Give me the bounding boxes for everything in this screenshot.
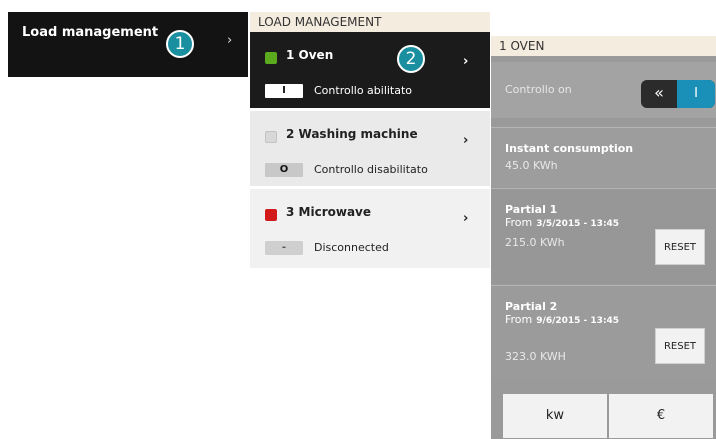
from-label: From <box>505 313 533 326</box>
partial-2-date: 9/6/2015 - 13:45 <box>536 316 620 326</box>
instant-consumption-block: Instant consumption 45.0 KWh <box>491 127 716 187</box>
instant-consumption-value: 45.0 KWh <box>505 159 558 172</box>
unit-selector: kw € <box>491 386 716 439</box>
status-indicator-icon <box>265 52 277 64</box>
load-row-microwave[interactable]: 3 Microwave › - Disconnected <box>250 188 490 268</box>
load-name: 2 Washing machine <box>286 127 418 141</box>
chevron-right-icon: › <box>463 211 469 226</box>
oven-detail-panel: 1 OVEN Controllo on « I Instant consumpt… <box>491 36 716 439</box>
control-switch[interactable]: « I <box>641 80 715 108</box>
menu-item-label: Load management <box>22 25 159 40</box>
double-chevron-left-icon[interactable]: « <box>641 80 677 108</box>
load-row-oven[interactable]: 1 Oven › I Controllo abilitato <box>250 32 490 108</box>
partial-2-title: Partial 2 <box>505 300 558 313</box>
status-indicator-icon <box>265 131 277 143</box>
partial-1-from: From 3/5/2015 - 13:45 <box>505 216 619 229</box>
partial-2-value: 323.0 KWH <box>505 350 566 363</box>
control-state-toggle[interactable]: - <box>265 241 303 255</box>
chevron-right-icon: › <box>463 133 469 148</box>
load-status: Controllo disabilitato <box>314 163 428 176</box>
control-row: Controllo on « I <box>491 62 716 118</box>
reset-partial-1-button[interactable]: RESET <box>655 229 705 265</box>
load-name: 1 Oven <box>286 48 334 62</box>
control-state-toggle[interactable]: O <box>265 163 303 177</box>
step-badge-1: 1 <box>166 30 194 58</box>
chevron-right-icon: › <box>463 54 469 69</box>
partial-1-title: Partial 1 <box>505 203 558 216</box>
load-management-panel: LOAD MANAGEMENT 1 Oven › I Controllo abi… <box>250 12 490 268</box>
load-name: 3 Microwave <box>286 205 372 219</box>
chevron-right-icon: › <box>227 33 233 48</box>
unit-kw-button[interactable]: kw <box>503 394 607 438</box>
panel-header: LOAD MANAGEMENT <box>250 12 490 32</box>
load-status: Controllo abilitato <box>314 84 413 97</box>
partial-1-block: Partial 1 From 3/5/2015 - 13:45 215.0 KWh… <box>491 188 716 284</box>
status-indicator-icon <box>265 209 277 221</box>
from-label: From <box>505 216 533 229</box>
instant-consumption-title: Instant consumption <box>505 142 634 155</box>
load-status: Disconnected <box>314 241 389 254</box>
switch-on-indicator[interactable]: I <box>677 80 715 108</box>
panel-header: 1 OVEN <box>491 36 716 56</box>
reset-partial-2-button[interactable]: RESET <box>655 328 705 364</box>
unit-euro-button[interactable]: € <box>609 394 713 438</box>
partial-2-from: From 9/6/2015 - 13:45 <box>505 313 619 326</box>
control-label: Controllo on <box>505 83 572 96</box>
partial-1-value: 215.0 KWh <box>505 236 565 249</box>
partial-2-block: Partial 2 From 9/6/2015 - 13:45 323.0 KWH… <box>491 285 716 381</box>
control-state-toggle[interactable]: I <box>265 84 303 98</box>
step-badge-2: 2 <box>397 45 425 73</box>
partial-1-date: 3/5/2015 - 13:45 <box>536 219 620 229</box>
load-row-washing-machine[interactable]: 2 Washing machine › O Controllo disabili… <box>250 110 490 186</box>
menu-item-load-management[interactable]: Load management › <box>8 12 248 77</box>
